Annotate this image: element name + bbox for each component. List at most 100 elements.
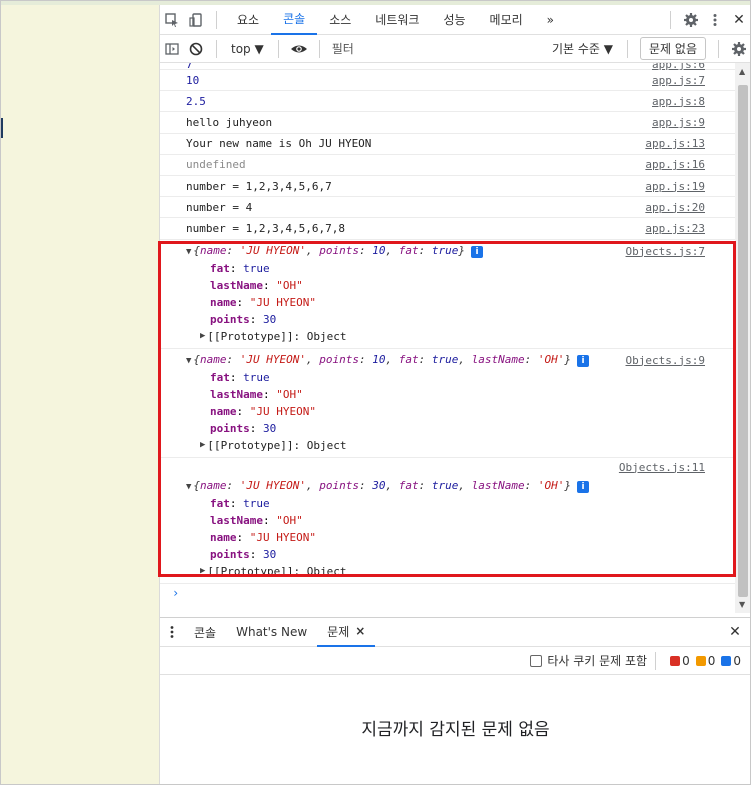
devtools-tabbar: 요소 콘솔 소스 네트워크 성능 메모리 » ✕ xyxy=(160,5,751,35)
console-message-text: Your new name is Oh JU HYEON xyxy=(186,137,372,151)
source-link[interactable]: Objects.js:9 xyxy=(626,354,705,367)
source-link[interactable]: app.js:9 xyxy=(652,116,705,129)
tab-console[interactable]: 콘솔 xyxy=(271,5,318,35)
close-drawer-button[interactable]: ✕ xyxy=(723,620,747,644)
collapsed-triangle-icon[interactable]: ▶ xyxy=(200,331,205,341)
source-link[interactable]: app.js:7 xyxy=(652,74,705,87)
third-party-checkbox[interactable] xyxy=(530,654,543,667)
console-scrollbar[interactable]: ▲ ▼ xyxy=(735,63,751,613)
collapsed-triangle-icon[interactable]: ▶ xyxy=(200,566,205,576)
issues-toolbar: 타사 쿠키 문제 포함 0 0 0 xyxy=(160,647,751,675)
tab-sources[interactable]: 소스 xyxy=(317,5,363,35)
object-property: points: 30 xyxy=(210,421,277,435)
warning-count[interactable]: 0 xyxy=(695,654,715,668)
object-log-entry: ▼ {name: 'JU HYEON', points: 10, fat: tru… xyxy=(160,349,735,458)
info-icon[interactable]: i xyxy=(577,355,590,367)
toolbar-divider xyxy=(277,39,279,58)
prototype-row[interactable]: ▶ [[Prototype]]: Object xyxy=(186,437,735,454)
clear-console-icon[interactable] xyxy=(184,37,208,61)
devtools-panel: 요소 콘솔 소스 네트워크 성능 메모리 » ✕ top ▼ 기본 수준 ▼ xyxy=(160,5,751,785)
info-icon[interactable]: i xyxy=(577,481,590,493)
drawer-menu-kebab-icon[interactable] xyxy=(160,620,184,644)
prototype-row[interactable]: ▶ [[Prototype]]: Object xyxy=(186,563,735,580)
info-message-icon xyxy=(721,655,732,666)
error-icon xyxy=(670,655,681,666)
device-toolbar-icon[interactable] xyxy=(184,8,208,32)
source-link[interactable]: app.js:20 xyxy=(645,201,705,214)
toolbar-divider xyxy=(318,39,320,58)
console-message-text: hello juhyeon xyxy=(186,115,273,129)
object-property: lastName: "OH" xyxy=(210,278,303,292)
console-settings-gear-icon[interactable] xyxy=(727,37,751,61)
drawer-tab-issues[interactable]: 문제 × xyxy=(317,617,376,647)
page-viewport xyxy=(0,5,160,785)
console-message-text: number = 1,2,3,4,5,6,7 xyxy=(186,179,332,193)
object-property: lastName: "OH" xyxy=(210,513,303,527)
console-message: hello juhyeon app.js:9 xyxy=(160,112,735,134)
no-issues-message: 지금까지 감지된 문제 없음 xyxy=(361,720,550,740)
expand-triangle-icon[interactable]: ▼ xyxy=(186,482,191,492)
error-count[interactable]: 0 xyxy=(670,654,690,668)
close-devtools-button[interactable]: ✕ xyxy=(727,8,751,32)
drawer-tab-console[interactable]: 콘솔 xyxy=(184,617,226,647)
log-levels-dropdown[interactable]: 기본 수준 ▼ xyxy=(546,40,619,57)
source-link[interactable]: app.js:8 xyxy=(652,95,705,108)
collapsed-triangle-icon[interactable]: ▶ xyxy=(200,440,205,450)
expand-triangle-icon[interactable]: ▼ xyxy=(186,356,191,366)
tab-performance[interactable]: 성능 xyxy=(431,5,477,35)
kebab-icon[interactable] xyxy=(703,8,727,32)
context-selector[interactable]: top ▼ xyxy=(225,42,270,56)
gear-icon[interactable] xyxy=(679,8,703,32)
object-summary[interactable]: ▼ {name: 'JU HYEON', points: 30, fat: tru… xyxy=(186,478,735,495)
prompt-chevron-icon: › xyxy=(172,585,180,600)
scroll-down-arrow-icon[interactable]: ▼ xyxy=(739,600,745,609)
filter-input[interactable] xyxy=(327,37,546,60)
object-summary[interactable]: ▼ {name: 'JU HYEON', points: 10, fat: tru… xyxy=(186,243,735,260)
source-link[interactable]: Objects.js:11 xyxy=(619,461,705,474)
console-message-text: number = 1,2,3,4,5,6,7,8 xyxy=(186,221,345,235)
issues-button[interactable]: 문제 없음 xyxy=(640,37,706,60)
close-tab-icon[interactable]: × xyxy=(355,624,365,638)
console-message: number = 1,2,3,4,5,6,7,8 app.js:23 xyxy=(160,218,735,240)
drawer-tab-issues-label: 문제 xyxy=(327,624,350,639)
console-message: 2.5 app.js:8 xyxy=(160,91,735,113)
console-message-text: number = 4 xyxy=(186,200,253,214)
source-link[interactable]: app.js:19 xyxy=(645,180,705,193)
scroll-up-arrow-icon[interactable]: ▲ xyxy=(739,67,745,76)
console-toolbar: top ▼ 기본 수준 ▼ 문제 없음 xyxy=(160,35,751,63)
toolbar-divider xyxy=(655,651,657,670)
drawer-tab-whats-new[interactable]: What's New xyxy=(226,617,317,647)
object-log-entry: Objects.js:11 ▼ {name: 'JU HYEON', points… xyxy=(160,458,735,584)
inspect-element-icon[interactable] xyxy=(160,8,184,32)
console-message-text: 2.5 xyxy=(186,94,206,108)
source-link[interactable]: app.js:23 xyxy=(645,222,705,235)
source-link[interactable]: Objects.js:7 xyxy=(626,245,705,258)
tab-network[interactable]: 네트워크 xyxy=(363,5,431,35)
source-link[interactable]: app.js:16 xyxy=(645,158,705,171)
drawer-tabbar: 콘솔 What's New 문제 × ✕ xyxy=(160,617,751,647)
sidebar-toggle-icon[interactable] xyxy=(160,37,184,61)
eye-icon[interactable] xyxy=(287,37,311,61)
console-output: 7 app.js:6 10 app.js:7 2.5 app.js:8 hell… xyxy=(160,63,735,613)
expand-triangle-icon[interactable]: ▼ xyxy=(186,247,191,257)
third-party-label: 타사 쿠키 문제 포함 xyxy=(547,654,648,668)
info-count[interactable]: 0 xyxy=(721,654,741,668)
object-property: fat: true xyxy=(210,370,270,384)
toolbar-divider xyxy=(216,39,217,58)
console-message: Your new name is Oh JU HYEON app.js:13 xyxy=(160,134,735,155)
toolbar-divider xyxy=(718,39,719,58)
viewport-marker xyxy=(0,118,3,138)
object-summary[interactable]: ▼ {name: 'JU HYEON', points: 10, fat: tru… xyxy=(186,352,735,369)
info-icon[interactable]: i xyxy=(471,246,484,258)
more-tabs-button[interactable]: » xyxy=(535,5,566,35)
console-message-text: undefined xyxy=(186,158,246,172)
scrollbar-thumb[interactable] xyxy=(738,85,748,597)
source-link[interactable]: app.js:13 xyxy=(645,137,705,150)
warning-icon xyxy=(695,655,706,666)
console-prompt[interactable]: › xyxy=(160,584,735,602)
console-message: number = 4 app.js:20 xyxy=(160,197,735,219)
tab-elements[interactable]: 요소 xyxy=(225,5,271,35)
console-message-text: 10 xyxy=(186,73,200,87)
tab-memory[interactable]: 메모리 xyxy=(478,5,535,35)
prototype-row[interactable]: ▶ [[Prototype]]: Object xyxy=(186,328,735,345)
